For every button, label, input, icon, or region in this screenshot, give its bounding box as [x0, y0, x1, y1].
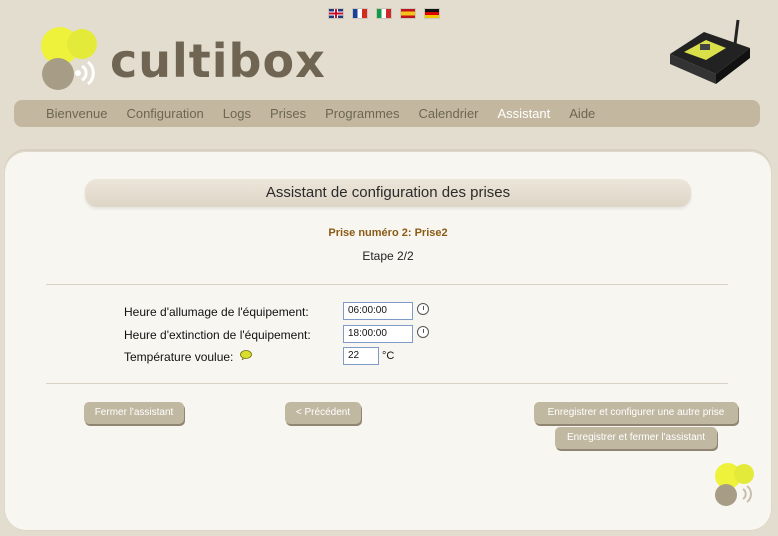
main-nav: Bienvenue Configuration Logs Prises Prog…	[14, 100, 760, 127]
nav-item-logs[interactable]: Logs	[223, 106, 251, 121]
off-time-label: Heure d'extinction de l'équipement:	[124, 328, 311, 342]
fr-flag-icon[interactable]	[353, 9, 367, 18]
cultibox-small-logo-icon	[715, 463, 754, 506]
help-bubble-icon[interactable]	[240, 350, 252, 360]
nav-item-prises[interactable]: Prises	[270, 106, 306, 121]
language-selector	[329, 9, 439, 18]
cultibox-device-image	[670, 19, 750, 84]
it-flag-icon[interactable]	[377, 9, 391, 18]
nav-item-calendrier[interactable]: Calendrier	[419, 106, 479, 121]
divider	[46, 284, 728, 285]
temperature-label-text: Température voulue:	[124, 350, 234, 364]
close-wizard-button[interactable]: Fermer l'assistant	[84, 402, 184, 424]
clock-icon[interactable]	[417, 303, 429, 315]
temperature-input[interactable]: 22	[343, 347, 379, 365]
clock-icon[interactable]	[417, 326, 429, 338]
previous-button[interactable]: < Précédent	[285, 402, 361, 424]
es-flag-icon[interactable]	[401, 9, 415, 18]
save-and-configure-another-button[interactable]: Enregistrer et configurer une autre pris…	[534, 402, 738, 424]
on-time-input[interactable]: 06:00:00	[343, 302, 413, 320]
nav-item-configuration[interactable]: Configuration	[126, 106, 203, 121]
save-and-close-button[interactable]: Enregistrer et fermer l'assistant	[555, 427, 717, 449]
de-flag-icon[interactable]	[425, 9, 439, 18]
temperature-unit: °C	[382, 350, 395, 362]
brand-name: cultibox	[110, 34, 326, 88]
off-time-input[interactable]: 18:00:00	[343, 325, 413, 343]
nav-item-aide[interactable]: Aide	[569, 106, 595, 121]
divider	[46, 383, 728, 384]
on-time-label: Heure d'allumage de l'équipement:	[124, 305, 309, 319]
wizard-panel: Assistant de configuration des prises Pr…	[4, 151, 772, 531]
plug-name: Prise numéro 2: Prise2	[328, 227, 448, 239]
wizard-title: Assistant de configuration des prises	[85, 179, 691, 207]
en-flag-icon[interactable]	[329, 9, 343, 18]
nav-item-assistant[interactable]: Assistant	[498, 106, 551, 121]
nav-item-programmes[interactable]: Programmes	[325, 106, 399, 121]
step-indicator: Etape 2/2	[362, 249, 414, 263]
nav-item-bienvenue[interactable]: Bienvenue	[46, 106, 107, 121]
temperature-label: Température voulue:	[124, 350, 233, 364]
cultibox-logo-icon[interactable]	[38, 26, 100, 90]
